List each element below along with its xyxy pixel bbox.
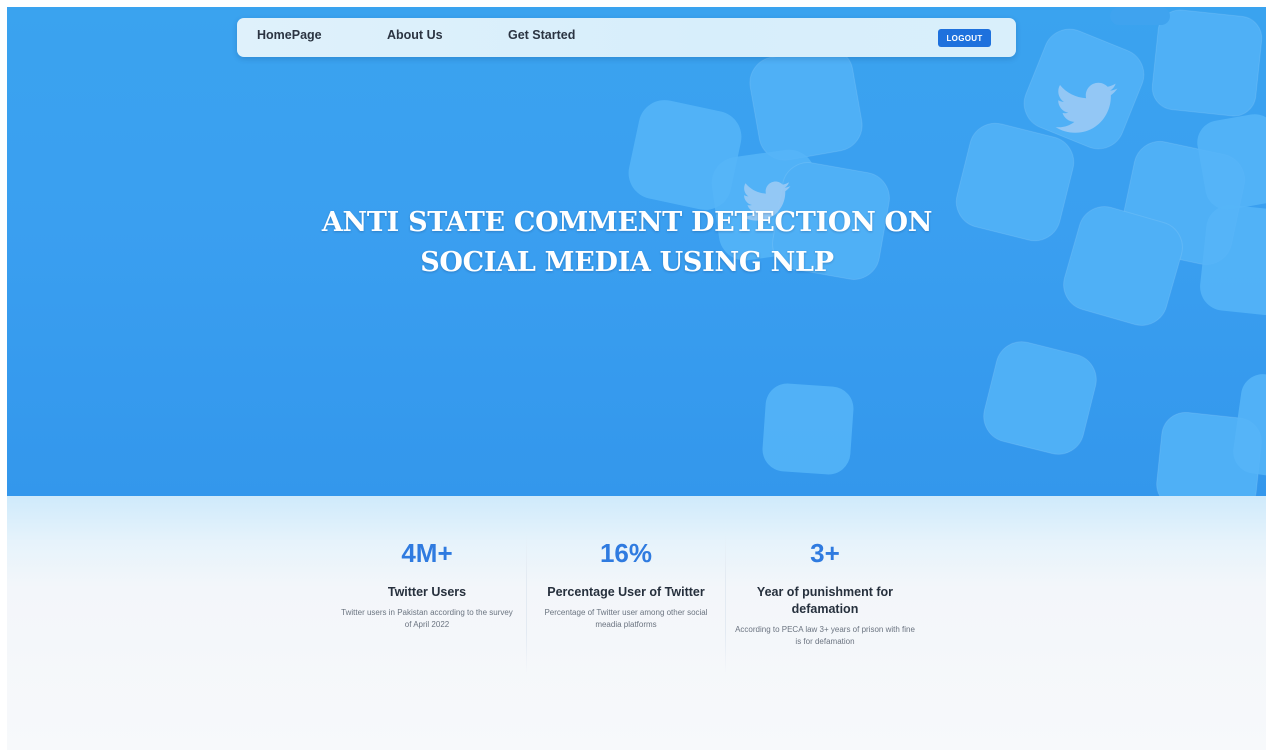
nav-link-homepage[interactable]: HomePage <box>257 28 322 42</box>
stat-card-twitter-percentage: 16% Percentage User of Twitter Percentag… <box>527 536 725 631</box>
hero-banner: HomePage About Us Get Started LOGOUT ANT… <box>7 7 1266 496</box>
stat-title: Year of punishment for defamation <box>756 585 894 616</box>
page: HomePage About Us Get Started LOGOUT ANT… <box>0 0 1266 750</box>
stat-number: 4M+ <box>401 538 453 568</box>
stat-number: 3+ <box>810 538 840 568</box>
stat-description: According to PECA law 3+ years of prison… <box>735 625 915 646</box>
logout-button[interactable]: LOGOUT <box>938 29 991 47</box>
hero-title: ANTI STATE COMMENT DETECTION ON SOCIAL M… <box>321 207 933 278</box>
stat-description: Percentage of Twitter user among other s… <box>544 608 708 629</box>
top-navbar: HomePage About Us Get Started LOGOUT <box>237 18 1016 57</box>
stat-number: 16% <box>599 538 653 568</box>
nav-link-about-us[interactable]: About Us <box>387 28 443 42</box>
stat-title: Twitter Users <box>387 585 467 599</box>
nav-link-get-started[interactable]: Get Started <box>508 28 575 42</box>
stat-card-punishment-years: 3+ Year of punishment for defamation Acc… <box>726 536 924 648</box>
stat-card-twitter-users: 4M+ Twitter Users Twitter users in Pakis… <box>328 536 526 631</box>
stats-section: 4M+ Twitter Users Twitter users in Pakis… <box>7 496 1266 750</box>
stat-description: Twitter users in Pakistan according to t… <box>341 608 513 629</box>
stat-title: Percentage User of Twitter <box>547 585 705 599</box>
